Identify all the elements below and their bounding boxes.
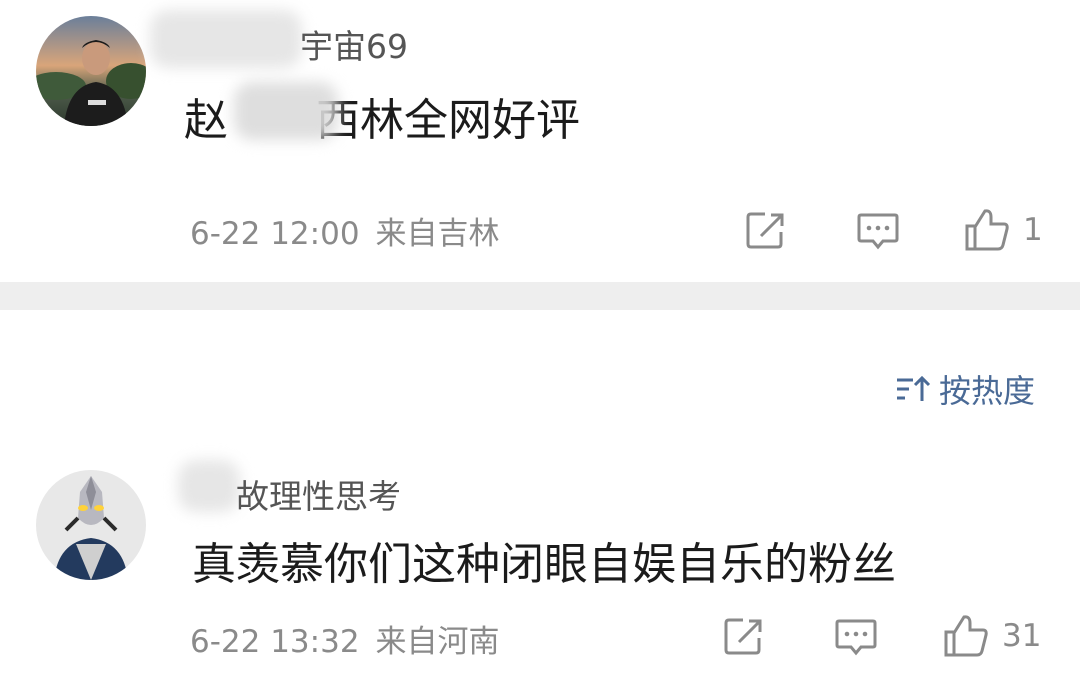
username[interactable]: 宇宙69: [300, 20, 408, 68]
thumbs-up-icon: [944, 615, 988, 657]
like-count: 1: [1023, 212, 1043, 248]
section-divider: [0, 282, 1080, 310]
text-blur: [234, 82, 338, 140]
like-button[interactable]: 31: [942, 612, 1041, 660]
comment-meta: 6-22 12:00 来自吉林: [190, 208, 500, 253]
sort-by-hot-button[interactable]: 按热度: [895, 366, 1035, 412]
share-button[interactable]: [721, 612, 765, 660]
share-icon: [724, 618, 762, 655]
sort-icon: [896, 375, 931, 401]
timestamp: 6-22 12:00: [190, 216, 360, 252]
reply-button[interactable]: [833, 612, 879, 660]
avatar[interactable]: [36, 16, 146, 126]
thumbs-up-icon: [965, 209, 1009, 251]
username-blur: [178, 460, 240, 512]
timestamp: 6-22 13:32: [190, 624, 360, 660]
share-icon: [746, 212, 784, 249]
user-photo: [36, 470, 146, 580]
location: 来自河南: [375, 624, 500, 660]
location: 来自吉林: [375, 216, 500, 252]
comment-icon: [857, 213, 899, 250]
sort-label: 按热度: [938, 372, 1035, 410]
comment-item: 宇宙69 赵 西林全网好评 6-22 12:00 来自吉林 1: [0, 0, 1080, 282]
like-button[interactable]: 1: [963, 206, 1043, 254]
reply-button[interactable]: [855, 206, 901, 254]
username[interactable]: 故理性思考: [236, 470, 401, 518]
user-photo: [36, 16, 146, 126]
comment-item: 故理性思考 真羡慕你们这种闭眼自娱自乐的粉丝 6-22 13:32 来自河南 31: [0, 450, 1080, 682]
share-button[interactable]: [743, 206, 787, 254]
avatar[interactable]: [36, 470, 146, 580]
comment-icon: [835, 619, 877, 656]
like-count: 31: [1002, 618, 1042, 654]
username-blur: [150, 10, 302, 68]
comment-text: 真羡慕你们这种闭眼自娱自乐的粉丝: [192, 539, 896, 590]
comment-meta: 6-22 13:32 来自河南: [190, 616, 500, 661]
